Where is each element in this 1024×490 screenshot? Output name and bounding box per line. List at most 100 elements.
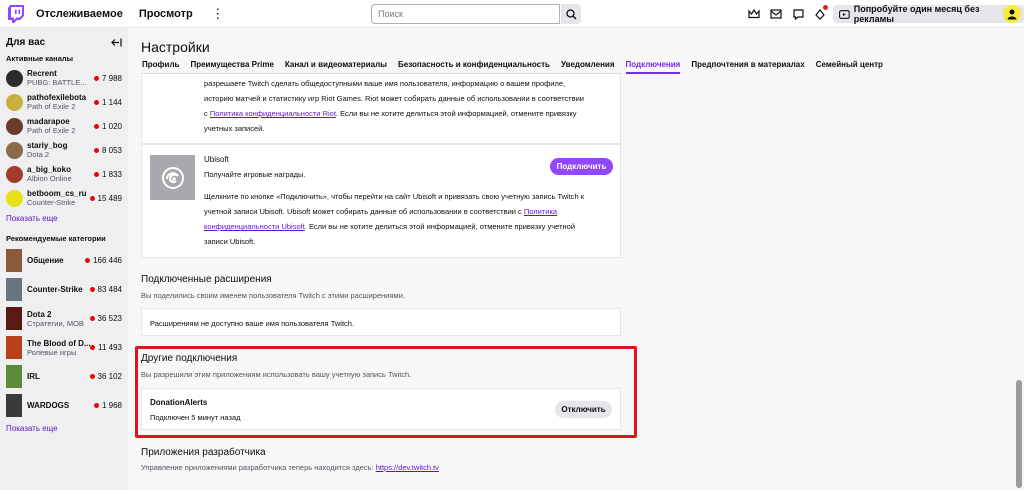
live-indicator-icon [89, 316, 95, 321]
live-indicator-icon [93, 171, 99, 177]
collapse-sidebar-icon[interactable] [111, 38, 122, 47]
more-vertical-icon[interactable]: ⋮ [211, 6, 225, 22]
channel-name: Recrent [27, 69, 57, 78]
sidebar-title: Для вас [6, 36, 46, 48]
user-avatar[interactable] [1003, 5, 1021, 23]
recommended-categories-heading: Рекомендуемые категории [6, 234, 106, 243]
extensions-heading: Подключенные расширения [141, 274, 272, 285]
live-indicator-icon [89, 374, 95, 379]
live-indicator-icon [89, 195, 95, 201]
live-indicator-icon [93, 75, 99, 81]
channel-avatar [6, 93, 23, 111]
channel-name: a_big_koko [27, 165, 72, 174]
search-button[interactable] [561, 4, 581, 24]
ubisoft-text-line-1: Щелкните по кнопке «Подключить», чтобы п… [204, 192, 585, 201]
riot-text-line-3: с Политика конфиденциальности Riot. Если… [204, 109, 577, 118]
channel-game: Albion Online [27, 174, 72, 183]
channel-game: Path of Exile 2 [27, 102, 76, 111]
sidebar-channel-item[interactable]: Recrent PUBG: BATTLE... 7 988 [0, 66, 128, 90]
channel-avatar [6, 165, 23, 183]
viewer-count: 8 053 [93, 146, 122, 155]
viewer-count: 11 493 [90, 343, 122, 352]
developer-apps-heading: Приложения разработчика [141, 447, 266, 458]
ubisoft-privacy-link[interactable]: Политика [524, 207, 557, 216]
ubisoft-text-line-2: учетной записи Ubisoft. Ubisoft может со… [204, 207, 558, 216]
riot-connection-card: разрешаете Twitch сделать общедоступными… [141, 74, 621, 144]
ubisoft-text-line-4: записи Ubisoft. [204, 237, 256, 246]
search-input[interactable] [371, 4, 560, 24]
ubisoft-privacy-link-cont[interactable]: конфиденциальности Ubisoft [204, 222, 305, 231]
category-box-art [6, 307, 22, 330]
sidebar-category-item[interactable]: Dota 2 Стратегии, MOB 36 523 [0, 304, 128, 333]
viewer-count: 36 102 [89, 372, 122, 381]
tab-content-preferences[interactable]: Предпочтения в материалах [691, 60, 804, 75]
highlight-annotation-box [135, 346, 637, 438]
bits-icon[interactable] [811, 5, 829, 23]
active-channels-heading: Активные каналы [6, 54, 74, 63]
inbox-icon[interactable] [767, 5, 785, 23]
viewer-count: 7 988 [93, 74, 122, 83]
search-bar [371, 4, 581, 24]
channel-game: Path of Exile 2 [27, 126, 76, 135]
tab-family-center[interactable]: Семейный центр [816, 60, 883, 75]
riot-privacy-link[interactable]: Политика конфиденциальности Riot [210, 109, 336, 118]
whispers-icon[interactable] [789, 5, 807, 23]
ubisoft-connect-button[interactable]: Подключить [550, 158, 613, 175]
try-ad-free-button[interactable]: Попробуйте один месяц без рекламы [833, 4, 1024, 24]
category-box-art [6, 394, 22, 417]
riot-text-line-1: разрешаете Twitch сделать общедоступными… [204, 79, 566, 88]
category-box-art [6, 336, 22, 359]
scrollbar-thumb[interactable] [1016, 380, 1022, 488]
top-navigation-bar: Отслеживаемое Просмотр ⋮ Попробуйте один… [0, 0, 1024, 28]
viewer-count: 15 489 [89, 194, 122, 203]
sidebar-category-item[interactable]: The Blood of D... Ролевые игры 11 493 [0, 333, 128, 362]
sidebar-channel-item[interactable]: madarapoe Path of Exile 2 1 020 [0, 114, 128, 138]
extensions-description: Вы поделились своим именем пользователя … [141, 291, 405, 300]
show-more-channels-link[interactable]: Показать еще [0, 210, 128, 228]
crown-icon[interactable] [745, 5, 763, 23]
sidebar-channel-item[interactable]: betboom_cs_ru Counter-Strike 15 489 [0, 186, 128, 210]
ubisoft-logo-icon [150, 155, 195, 200]
channel-game: Dota 2 [27, 150, 50, 159]
channel-name: pathofexilebota [27, 93, 87, 102]
settings-main: Настройки Профиль Преимущества Prime Кан… [128, 28, 1014, 490]
sidebar-category-item[interactable]: IRL 36 102 [0, 362, 128, 391]
sidebar-channel-item[interactable]: a_big_koko Albion Online 1 833 [0, 162, 128, 186]
channel-avatar [6, 189, 23, 207]
viewer-count: 1 968 [93, 401, 122, 410]
sidebar-channel-item[interactable]: pathofexilebota Path of Exile 2 1 144 [0, 90, 128, 114]
sidebar-channel-item[interactable]: stariy_bog Dota 2 8 053 [0, 138, 128, 162]
viewer-count: 1 020 [93, 122, 122, 131]
viewer-count: 1 833 [93, 170, 122, 179]
live-indicator-icon [90, 345, 96, 350]
twitch-logo-icon[interactable] [6, 4, 26, 24]
category-box-art [6, 249, 22, 272]
show-more-categories-link[interactable]: Показать еще [0, 420, 128, 438]
ad-free-icon [839, 9, 850, 19]
channel-name: stariy_bog [27, 141, 68, 150]
viewer-count: 36 523 [89, 314, 122, 323]
category-list: Общение 166 446 Counter-Strike 83 484 Dota 2… [0, 246, 128, 420]
viewer-count: 166 446 [85, 256, 122, 265]
live-indicator-icon [93, 123, 99, 129]
page-title: Настройки [141, 39, 210, 55]
nav-following-link[interactable]: Отслеживаемое [36, 8, 123, 20]
channel-name: madarapoe [27, 117, 70, 126]
ubisoft-name: Ubisoft [204, 155, 229, 164]
nav-browse-link[interactable]: Просмотр [139, 8, 193, 20]
category-name: Counter-Strike [27, 285, 83, 294]
ubisoft-text-line-3: конфиденциальности Ubisoft. Если вы не х… [204, 222, 576, 231]
sidebar-category-item[interactable]: Общение 166 446 [0, 246, 128, 275]
category-name: WARDOGS [27, 401, 70, 410]
channel-avatar [6, 117, 23, 135]
sidebar-category-item[interactable]: Counter-Strike 83 484 [0, 275, 128, 304]
sidebar-category-item[interactable]: WARDOGS 1 968 [0, 391, 128, 420]
dev-twitch-link[interactable]: https://dev.twitch.tv [376, 463, 439, 472]
tab-connections[interactable]: Подключения [625, 60, 681, 74]
live-indicator-icon [85, 258, 91, 263]
live-indicator-icon [89, 287, 95, 292]
category-tags: Стратегии, MOB [27, 318, 84, 328]
category-box-art [6, 278, 22, 301]
riot-text-line-2: историю матчей и статистику игр Riot Gam… [204, 94, 584, 103]
category-name: IRL [27, 372, 40, 381]
